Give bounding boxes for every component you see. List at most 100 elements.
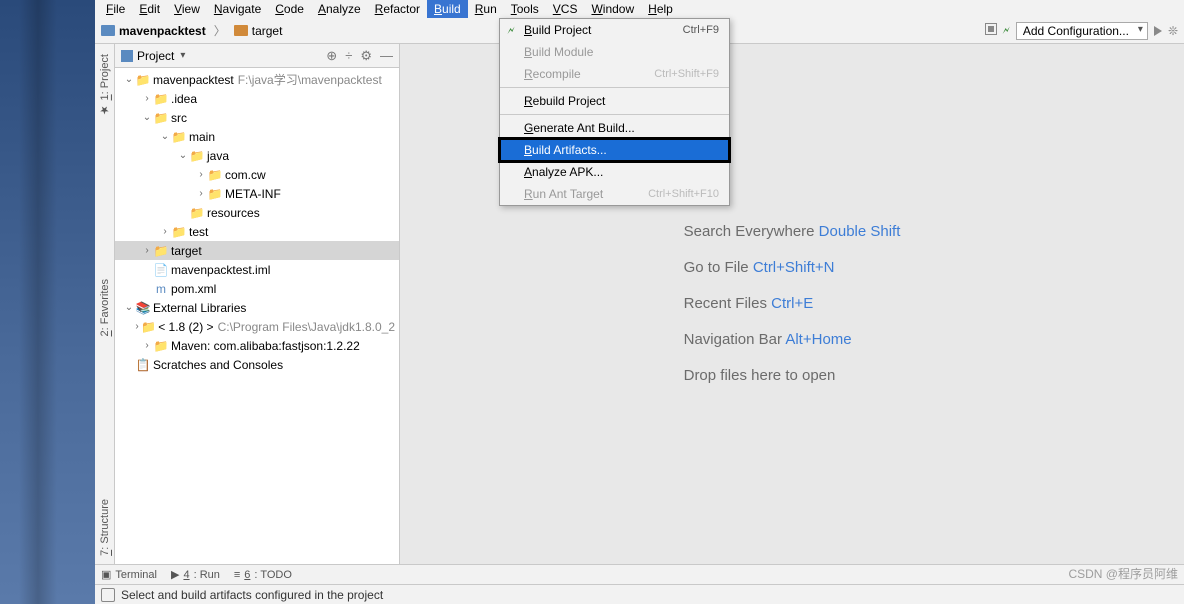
bottom-tab----run[interactable]: ▶ 4: Run [171, 568, 220, 581]
menu-item-rebuild-project[interactable]: Rebuild Project [500, 90, 729, 112]
chevron-icon[interactable]: › [141, 245, 153, 256]
menu-build[interactable]: Build [427, 0, 468, 18]
welcome-line: Navigation Bar Alt+Home [684, 322, 901, 358]
hide-icon[interactable]: — [380, 48, 393, 64]
project-icon [101, 25, 115, 36]
node-label: < 1.8 (2) >C:\Program Files\Java\jdk1.8.… [158, 320, 395, 334]
menu-separator [500, 87, 729, 88]
build-icon[interactable] [1003, 23, 1010, 38]
tree-node-maven--com-alibaba-fastjson-1-2-22[interactable]: ›📁Maven: com.alibaba:fastjson:1.2.22 [115, 336, 399, 355]
project-tree[interactable]: ⌄📁mavenpacktestF:\java学习\mavenpacktest›📁… [115, 68, 399, 564]
menu-item-label: Generate Ant Build... [524, 121, 635, 135]
rail----project[interactable]: ★ 1: Project [96, 46, 113, 125]
panel-title-combo[interactable]: Project [121, 49, 185, 63]
menu-item-analyze-apk---[interactable]: Analyze APK... [500, 161, 729, 183]
welcome-line: Recent Files Ctrl+E [684, 286, 901, 322]
capture-icon[interactable] [985, 23, 997, 38]
chevron-icon[interactable]: ⌄ [123, 74, 135, 85]
status-icon[interactable] [101, 588, 115, 602]
tree-node-java[interactable]: ⌄📁java [115, 146, 399, 165]
menu-item-generate-ant-build---[interactable]: Generate Ant Build... [500, 117, 729, 139]
menu-vcs[interactable]: VCS [546, 0, 585, 18]
chevron-icon[interactable]: › [195, 188, 207, 199]
node-label: Maven: com.alibaba:fastjson:1.2.22 [171, 339, 360, 353]
status-text: Select and build artifacts configured in… [121, 588, 383, 602]
status-bar: Select and build artifacts configured in… [95, 584, 1184, 604]
menu-item-build-project[interactable]: Build ProjectCtrl+F9 [500, 19, 729, 41]
tree-node-com-cw[interactable]: ›📁com.cw [115, 165, 399, 184]
tree-node-meta-inf[interactable]: ›📁META-INF [115, 184, 399, 203]
node-icon: m [153, 282, 169, 296]
run-config-combo[interactable]: Add Configuration... [1016, 22, 1148, 40]
chevron-icon[interactable]: › [141, 93, 153, 104]
menu-window[interactable]: Window [584, 0, 641, 18]
target-icon[interactable]: ⊕ [326, 48, 337, 64]
node-label: .idea [171, 92, 197, 106]
menu-item-label: Recompile [524, 67, 581, 81]
tree-node-mavenpacktest[interactable]: ⌄📁mavenpacktestF:\java学习\mavenpacktest [115, 70, 399, 89]
bottom-tab----todo[interactable]: ≡ 6: TODO [234, 569, 292, 581]
menu-item-run-ant-target: Run Ant TargetCtrl+Shift+F10 [500, 183, 729, 205]
menu-run[interactable]: Run [468, 0, 504, 18]
chevron-icon[interactable]: › [141, 340, 153, 351]
node-icon: 📁 [153, 92, 169, 106]
chevron-right-icon: 〉 [214, 22, 226, 39]
welcome-line: Drop files here to open [684, 358, 901, 394]
node-icon: 📁 [207, 168, 223, 182]
node-icon: 📁 [153, 244, 169, 258]
node-icon: 📁 [189, 206, 205, 220]
chevron-icon[interactable]: › [195, 169, 207, 180]
chevron-icon[interactable]: ⌄ [159, 131, 171, 142]
menu-edit[interactable]: Edit [132, 0, 167, 18]
node-icon: 📁 [153, 111, 169, 125]
menu-view[interactable]: View [167, 0, 207, 18]
node-label: test [189, 225, 208, 239]
tree-node-target[interactable]: ›📁target [115, 241, 399, 260]
menu-tools[interactable]: Tools [504, 0, 546, 18]
collapse-icon[interactable]: ÷ [345, 48, 352, 64]
node-label: mavenpacktest.iml [171, 263, 270, 277]
panel-header: Project ⊕ ÷ ⚙ — [115, 44, 399, 68]
tab-icon: ▶ [171, 568, 179, 581]
tree-node-scratches-and-consoles[interactable]: 📋Scratches and Consoles [115, 355, 399, 374]
bottom-tab-terminal[interactable]: ▣ Terminal [101, 568, 157, 581]
node-label: Scratches and Consoles [153, 358, 283, 372]
chevron-icon[interactable]: › [133, 321, 141, 332]
welcome-hints: Search Everywhere Double ShiftGo to File… [684, 214, 901, 394]
tree-node-mavenpacktest-iml[interactable]: 📄mavenpacktest.iml [115, 260, 399, 279]
menu-refactor[interactable]: Refactor [368, 0, 427, 18]
tree-node---1-8--2---[interactable]: ›📁< 1.8 (2) >C:\Program Files\Java\jdk1.… [115, 317, 399, 336]
welcome-line: Search Everywhere Double Shift [684, 214, 901, 250]
gear-icon[interactable]: ⚙ [360, 48, 372, 64]
menu-item-label: Analyze APK... [524, 165, 603, 179]
chevron-icon[interactable]: › [159, 226, 171, 237]
tree-node-external-libraries[interactable]: ⌄📚External Libraries [115, 298, 399, 317]
menu-item-build-artifacts---[interactable]: Build Artifacts... [500, 139, 729, 161]
tree-node-pom-xml[interactable]: mpom.xml [115, 279, 399, 298]
menu-file[interactable]: File [99, 0, 132, 18]
tab-icon: ≡ [234, 569, 240, 581]
menu-code[interactable]: Code [268, 0, 311, 18]
tree-node--idea[interactable]: ›📁.idea [115, 89, 399, 108]
left-tool-rail: ★ 1: Project 2: Favorites 7: Structure [95, 44, 115, 564]
welcome-line: Go to File Ctrl+Shift+N [684, 250, 901, 286]
menu-navigate[interactable]: Navigate [207, 0, 268, 18]
menu-help[interactable]: Help [641, 0, 680, 18]
tree-node-main[interactable]: ⌄📁main [115, 127, 399, 146]
debug-icon[interactable] [1168, 24, 1178, 38]
chevron-icon[interactable]: ⌄ [123, 302, 135, 313]
breadcrumb[interactable]: mavenpacktest 〉 target [101, 22, 282, 39]
chevron-icon[interactable]: ⌄ [177, 150, 189, 161]
menu-item-label: Build Artifacts... [524, 143, 607, 157]
node-icon: 📁 [189, 149, 205, 163]
tree-node-src[interactable]: ⌄📁src [115, 108, 399, 127]
tree-node-resources[interactable]: 📁resources [115, 203, 399, 222]
menu-analyze[interactable]: Analyze [311, 0, 368, 18]
chevron-icon[interactable]: ⌄ [141, 112, 153, 123]
run-icon[interactable] [1154, 26, 1162, 36]
tab-icon: ▣ [101, 568, 111, 581]
tree-node-test[interactable]: ›📁test [115, 222, 399, 241]
rail----favorites[interactable]: 2: Favorites [97, 271, 113, 344]
rail----structure[interactable]: 7: Structure [97, 491, 113, 564]
node-icon: 📁 [153, 339, 169, 353]
